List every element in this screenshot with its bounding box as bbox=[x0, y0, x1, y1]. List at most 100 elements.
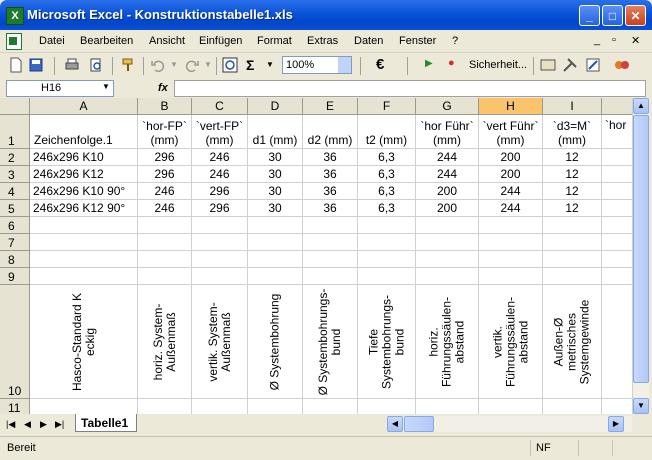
description-cell[interactable]: vertik. System-Außenmaß bbox=[192, 285, 248, 399]
maximize-button[interactable]: □ bbox=[602, 5, 623, 26]
row-header-7[interactable]: 7 bbox=[0, 234, 30, 251]
first-sheet-icon[interactable]: |◀ bbox=[6, 419, 15, 430]
empty-cell[interactable] bbox=[602, 251, 632, 268]
doc-close-button[interactable]: ✕ bbox=[631, 34, 640, 47]
menu-format[interactable]: Format bbox=[257, 35, 292, 47]
redo-icon[interactable] bbox=[184, 57, 200, 73]
scroll-right-button[interactable]: ▶ bbox=[608, 416, 624, 432]
header-cell[interactable]: d2 (mm) bbox=[303, 115, 358, 149]
add-in-icon[interactable] bbox=[614, 57, 630, 73]
empty-cell[interactable] bbox=[30, 251, 138, 268]
insert-function-icon[interactable]: fx bbox=[158, 82, 168, 94]
visual-basic-icon[interactable] bbox=[540, 57, 556, 73]
empty-cell[interactable] bbox=[30, 217, 138, 234]
menu-datei[interactable]: Datei bbox=[39, 35, 65, 47]
table-cell[interactable]: 30 bbox=[248, 166, 303, 183]
empty-cell[interactable] bbox=[248, 217, 303, 234]
prev-sheet-icon[interactable]: ◀ bbox=[24, 419, 31, 430]
empty-cell[interactable] bbox=[138, 399, 192, 414]
menu-help[interactable]: ? bbox=[452, 35, 458, 47]
print-preview-icon[interactable] bbox=[88, 57, 104, 73]
menu-extras[interactable]: Extras bbox=[307, 35, 338, 47]
row-header-1[interactable]: 1 bbox=[0, 115, 30, 149]
table-cell[interactable]: 200 bbox=[416, 200, 479, 217]
empty-cell[interactable] bbox=[358, 217, 416, 234]
row-header-2[interactable]: 2 bbox=[0, 149, 30, 166]
table-cell[interactable]: 246x296 K10 bbox=[30, 149, 138, 166]
empty-cell[interactable] bbox=[358, 251, 416, 268]
next-sheet-icon[interactable]: ▶ bbox=[40, 419, 47, 430]
doc-minimize-button[interactable]: _ bbox=[594, 34, 600, 46]
table-cell[interactable]: 30 bbox=[248, 149, 303, 166]
column-header-c[interactable]: C bbox=[192, 98, 248, 115]
empty-cell[interactable] bbox=[602, 217, 632, 234]
empty-cell[interactable] bbox=[30, 399, 138, 414]
row-header-3[interactable]: 3 bbox=[0, 166, 30, 183]
worksheet-grid[interactable]: A B C D E F G H I 1 2 3 4 5 6 7 8 9 10 11 Zeichenfolge.1 `hor… bbox=[0, 98, 632, 414]
minimize-button[interactable]: _ bbox=[579, 5, 600, 26]
vertical-scroll-thumb[interactable] bbox=[633, 115, 649, 383]
column-header-e[interactable]: E bbox=[303, 98, 358, 115]
empty-cell[interactable] bbox=[303, 251, 358, 268]
run-macro-icon[interactable]: ▶ bbox=[425, 58, 433, 69]
table-cell[interactable]: 36 bbox=[303, 183, 358, 200]
row-header-5[interactable]: 5 bbox=[0, 200, 30, 217]
column-header-a[interactable]: A bbox=[30, 98, 138, 115]
empty-cell[interactable] bbox=[30, 268, 138, 285]
description-cell[interactable]: Außen-Ø metrisches Systemgewinde bbox=[543, 285, 602, 399]
table-cell[interactable]: 200 bbox=[479, 166, 543, 183]
table-cell[interactable]: 246 bbox=[138, 183, 192, 200]
description-cell[interactable]: horiz. System-Außenmaß bbox=[138, 285, 192, 399]
hyperlink-icon[interactable] bbox=[222, 57, 238, 73]
empty-cell[interactable] bbox=[479, 234, 543, 251]
empty-cell[interactable] bbox=[248, 251, 303, 268]
menu-einfuegen[interactable]: Einfügen bbox=[199, 35, 242, 47]
formula-input[interactable] bbox=[174, 80, 646, 97]
format-painter-icon[interactable] bbox=[120, 57, 136, 73]
header-cell[interactable]: `vert-FP` (mm) bbox=[192, 115, 248, 149]
empty-cell[interactable] bbox=[30, 234, 138, 251]
table-cell[interactable]: 12 bbox=[543, 183, 602, 200]
empty-cell[interactable] bbox=[543, 234, 602, 251]
empty-cell[interactable] bbox=[479, 399, 543, 414]
empty-cell[interactable] bbox=[479, 251, 543, 268]
empty-cell[interactable] bbox=[602, 285, 632, 399]
empty-cell[interactable] bbox=[358, 268, 416, 285]
row-header-9[interactable]: 9 bbox=[0, 268, 30, 285]
security-button[interactable]: Sicherheit... bbox=[469, 59, 527, 71]
table-cell[interactable]: 246x296 K12 90° bbox=[30, 200, 138, 217]
row-header-6[interactable]: 6 bbox=[0, 217, 30, 234]
empty-cell[interactable] bbox=[543, 399, 602, 414]
row-header-11[interactable]: 11 bbox=[0, 399, 30, 414]
design-mode-icon[interactable] bbox=[585, 57, 601, 73]
column-header-partial[interactable] bbox=[602, 98, 632, 115]
empty-cell[interactable] bbox=[192, 251, 248, 268]
sheet-tab-tabelle1[interactable]: Tabelle1 bbox=[75, 414, 137, 432]
header-cell[interactable]: `hor bbox=[602, 115, 632, 149]
header-cell[interactable]: Zeichenfolge.1 bbox=[30, 115, 138, 149]
table-cell[interactable]: 244 bbox=[416, 166, 479, 183]
table-cell[interactable]: 36 bbox=[303, 166, 358, 183]
empty-cell[interactable] bbox=[416, 399, 479, 414]
vertical-scrollbar[interactable]: ▲ ▼ bbox=[632, 98, 649, 414]
euro-icon[interactable]: € bbox=[376, 56, 384, 73]
table-cell[interactable]: 296 bbox=[138, 149, 192, 166]
row-header-4[interactable]: 4 bbox=[0, 183, 30, 200]
empty-cell[interactable] bbox=[138, 251, 192, 268]
table-cell[interactable]: 12 bbox=[543, 166, 602, 183]
table-cell[interactable]: 6,3 bbox=[358, 149, 416, 166]
save-icon[interactable] bbox=[28, 57, 44, 73]
empty-cell[interactable] bbox=[192, 268, 248, 285]
column-header-b[interactable]: B bbox=[138, 98, 192, 115]
row-header-10[interactable]: 10 bbox=[0, 285, 30, 399]
table-cell[interactable]: 246x296 K12 bbox=[30, 166, 138, 183]
undo-icon[interactable] bbox=[150, 57, 166, 73]
table-cell[interactable]: 296 bbox=[192, 200, 248, 217]
table-cell[interactable]: 296 bbox=[138, 166, 192, 183]
table-cell[interactable]: 200 bbox=[416, 183, 479, 200]
table-cell[interactable]: 244 bbox=[416, 149, 479, 166]
autosum-dropdown-icon[interactable]: ▼ bbox=[266, 60, 274, 69]
table-cell[interactable] bbox=[602, 166, 632, 183]
table-cell[interactable] bbox=[602, 149, 632, 166]
column-header-h[interactable]: H bbox=[479, 98, 543, 115]
